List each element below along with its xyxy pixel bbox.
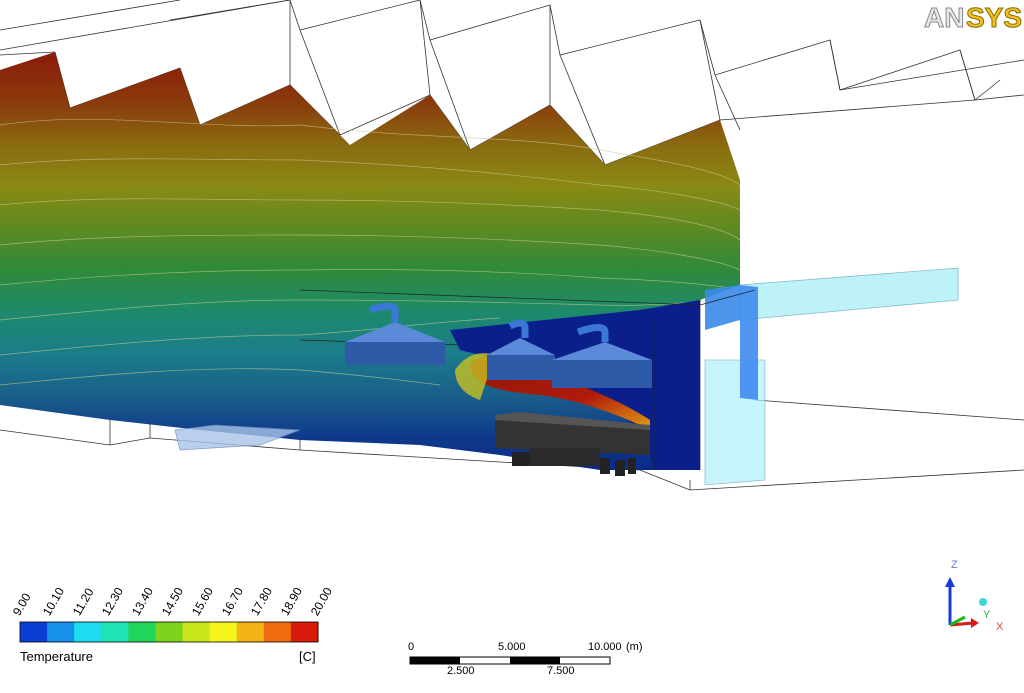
legend-swatch <box>236 622 265 642</box>
svg-text:SYS: SYS <box>966 2 1022 32</box>
legend-swatch <box>155 622 184 642</box>
legend-swatch <box>263 622 292 642</box>
scale-label-0: 0 <box>408 641 415 653</box>
legend-title: Temperature <box>20 649 93 664</box>
legend-swatch <box>101 622 129 642</box>
y-axis-label: Y <box>983 609 991 621</box>
x-axis-label: X <box>996 621 1004 633</box>
scale-label-7500: 7.500 <box>547 665 575 677</box>
legend-tick-label: 11.20 <box>69 585 97 618</box>
scale-label-10: 10.000 <box>588 641 622 653</box>
legend-tick-label: 17.80 <box>248 584 276 618</box>
legend-tick-label: 13.40 <box>129 584 157 618</box>
temperature-contour-plane <box>0 52 741 470</box>
temperature-legend: 9.00 10.10 11.20 12.30 13.40 14.50 15.60 16.70 1… <box>0 560 340 670</box>
legend-swatch <box>128 622 156 642</box>
scale-label-2500: 2.500 <box>447 665 475 677</box>
scale-bar-graphic <box>409 656 611 665</box>
legend-tick-label: 9.00 <box>9 590 34 618</box>
legend-swatch <box>47 622 75 642</box>
legend-tick-label: 14.50 <box>158 584 187 618</box>
legend-swatch <box>182 622 211 642</box>
legend-swatch <box>209 622 238 642</box>
legend-tick-label: 15.60 <box>188 584 216 618</box>
svg-text:AN: AN <box>924 2 964 32</box>
legend-tick-label: 18.90 <box>278 584 306 618</box>
legend-swatch <box>74 622 102 642</box>
legend-tick-label: 10.10 <box>39 584 67 618</box>
rotation-center-icon <box>979 598 987 606</box>
legend-swatch <box>20 622 48 642</box>
legend-unit: [C] <box>299 649 316 664</box>
scale-label-5: 5.000 <box>498 641 526 653</box>
z-axis-label: Z <box>951 559 958 571</box>
scale-unit: (m) <box>626 641 643 653</box>
legend-tick-label: 20.00 <box>307 584 336 618</box>
axis-triad[interactable]: Z Y X <box>935 555 1015 635</box>
legend-tick-label: 12.30 <box>99 584 127 618</box>
scale-bar: 0 5.000 10.000 (m) 2.500 7.500 <box>400 640 660 680</box>
legend-swatch <box>290 622 319 642</box>
ansys-logo: AN SYS <box>924 2 1023 34</box>
legend-tick-label: 16.70 <box>218 584 246 618</box>
